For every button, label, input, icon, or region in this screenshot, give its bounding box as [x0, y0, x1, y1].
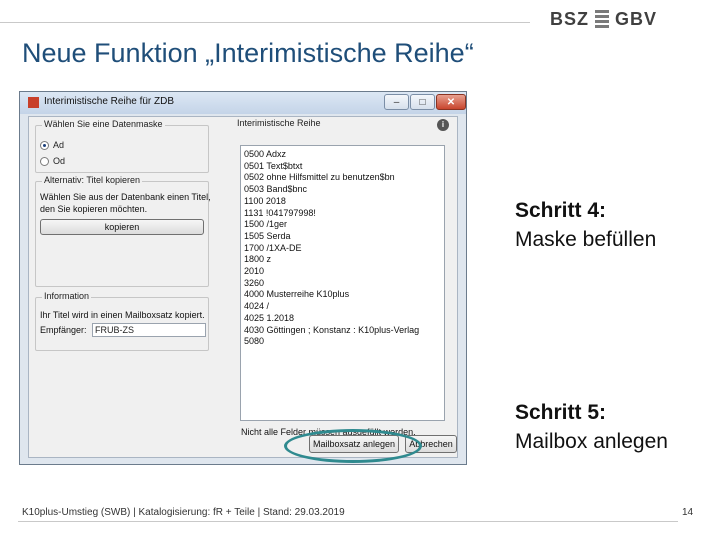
step5-text: Mailbox anlegen: [515, 430, 668, 453]
radio-od-label: Od: [53, 156, 66, 166]
recipient-label: Empfänger:: [40, 325, 87, 335]
series-field-row[interactable]: 0501 Text$btxt: [244, 161, 441, 173]
copy-title-group: Alternativ: Titel kopieren Wählen Sie au…: [35, 175, 211, 287]
step4: Schritt 4: Maske befüllen: [515, 196, 656, 254]
window-title: Interimistische Reihe für ZDB: [44, 96, 175, 107]
step4-title: Schritt 4:: [515, 199, 607, 222]
dialog-window: Interimistische Reihe für ZDB – □ ✕ Wähl…: [19, 91, 467, 465]
logo-mark-icon: [595, 9, 609, 29]
series-field-row[interactable]: 4025 1.2018: [244, 313, 441, 325]
series-field-row[interactable]: 1131 !041797998!: [244, 208, 441, 220]
mailbox-button-highlight-ring: [284, 429, 422, 463]
page-number: 14: [682, 507, 694, 518]
logo-gbv-text: GBV: [615, 8, 658, 29]
series-field-row[interactable]: 1100 2018: [244, 196, 441, 208]
slide-title: Neue Funktion „Interimistische Reihe“: [22, 38, 474, 68]
info-group-legend: Information: [42, 291, 92, 301]
series-field-row[interactable]: 0502 ohne Hilfsmittel zu benutzen$bn: [244, 172, 441, 184]
information-group: Information Ihr Titel wird in einen Mail…: [35, 291, 209, 351]
series-field-row[interactable]: 3260: [244, 278, 441, 290]
info-text: Ihr Titel wird in einen Mailboxsatz kopi…: [40, 310, 205, 320]
app-icon: [28, 97, 39, 108]
mask-group-legend: Wählen Sie eine Datenmaske: [42, 119, 165, 129]
series-field-row[interactable]: 0503 Band$bnc: [244, 184, 441, 196]
copy-group-legend: Alternativ: Titel kopieren: [42, 175, 143, 185]
copy-button[interactable]: kopieren: [40, 219, 204, 235]
series-field-row[interactable]: 5080: [244, 336, 441, 348]
copy-instruction-line2: den Sie kopieren möchten.: [40, 204, 148, 214]
info-icon[interactable]: i: [437, 119, 449, 131]
copy-instruction-line1: Wählen Sie aus der Datenbank einen Titel…: [40, 192, 211, 202]
radio-od-icon: [40, 156, 49, 166]
mask-group: Wählen Sie eine Datenmaske Ad Od: [35, 119, 209, 173]
step5: Schritt 5: Mailbox anlegen: [515, 398, 668, 456]
series-field-row[interactable]: 1500 /1ger: [244, 219, 441, 231]
header-divider: [0, 22, 530, 23]
series-field-row[interactable]: 0500 Adxz: [244, 149, 441, 161]
series-group-legend: Interimistische Reihe: [235, 118, 323, 128]
series-field-row[interactable]: 4024 /: [244, 301, 441, 313]
footer-divider: [18, 521, 678, 522]
series-field-row[interactable]: 4030 Göttingen ; Konstanz : K10plus-Verl…: [244, 325, 441, 337]
series-field-row[interactable]: 1800 z: [244, 254, 441, 266]
footer-text: K10plus-Umstieg (SWB) | Katalogisierung:…: [22, 507, 345, 518]
series-field-row[interactable]: 1700 /1XA-DE: [244, 243, 441, 255]
recipient-field[interactable]: FRUB-ZS: [92, 323, 206, 337]
series-field-row[interactable]: 2010: [244, 266, 441, 278]
window-title-bar[interactable]: Interimistische Reihe für ZDB – □ ✕: [20, 92, 466, 114]
series-field-row[interactable]: 4000 Musterreihe K10plus: [244, 289, 441, 301]
minimize-button[interactable]: –: [384, 94, 409, 110]
series-field-list[interactable]: 0500 Adxz 0501 Text$btxt 0502 ohne Hilfsmi…: [240, 145, 445, 421]
step5-title: Schritt 5:: [515, 401, 607, 424]
bsz-gbv-logo: BSZ GBV: [550, 6, 657, 32]
logo-bsz-text: BSZ: [550, 8, 589, 29]
radio-ad[interactable]: Ad: [40, 140, 64, 150]
maximize-button[interactable]: □: [410, 94, 435, 110]
series-field-row[interactable]: 1505 Serda: [244, 231, 441, 243]
radio-ad-label: Ad: [53, 140, 65, 150]
step4-text: Maske befüllen: [515, 228, 657, 251]
radio-ad-selected-icon: [40, 140, 49, 150]
close-button[interactable]: ✕: [436, 94, 466, 110]
dialog-client-area: Wählen Sie eine Datenmaske Ad Od Alterna…: [28, 116, 458, 458]
radio-od[interactable]: Od: [40, 156, 65, 166]
